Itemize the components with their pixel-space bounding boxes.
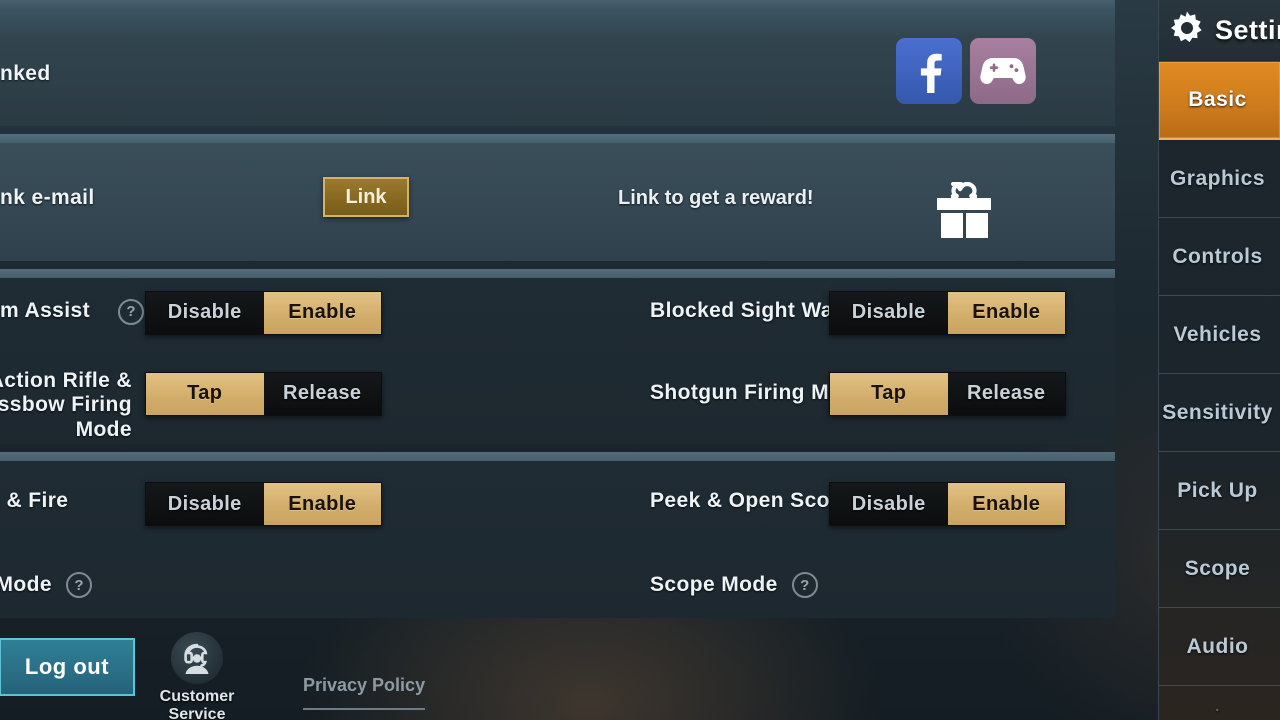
peek-fire-enable-option[interactable]: Enable bbox=[263, 483, 381, 526]
sidebar-item-vehicles[interactable]: Vehicles bbox=[1159, 296, 1280, 374]
peek-open-scope-label: Peek & Open Scope bbox=[650, 489, 856, 513]
aim-assist-toggle-wrap: Disable Enable bbox=[145, 290, 382, 335]
blocked-sight-disable-option[interactable]: Disable bbox=[830, 291, 948, 334]
scan-mode-row: an Mode ? bbox=[0, 572, 92, 599]
peek-fire-label: eek & Fire bbox=[6, 489, 69, 513]
sidebar-item-partial[interactable]: . bbox=[1159, 686, 1280, 720]
peek-fire-toggle[interactable]: Disable Enable bbox=[145, 482, 382, 527]
linked-label: nked bbox=[0, 62, 51, 85]
peek-open-scope-row: Peek & Open Scope bbox=[650, 489, 855, 514]
blocked-sight-enable-option[interactable]: Enable bbox=[947, 291, 1065, 334]
gear-icon bbox=[1169, 10, 1205, 51]
privacy-policy-link[interactable]: Privacy Policy bbox=[303, 675, 426, 710]
sidebar-item-basic[interactable]: Basic bbox=[1159, 62, 1280, 140]
aim-assist-label: m Assist bbox=[0, 299, 90, 323]
sidebar-item-label: Sensitivity bbox=[1162, 400, 1273, 424]
logout-button[interactable]: Log out bbox=[0, 638, 135, 696]
bolt-action-tap-option[interactable]: Tap bbox=[146, 372, 264, 415]
bolt-action-toggle-wrap: Tap Release bbox=[145, 371, 382, 416]
peek-open-scope-toggle[interactable]: Disable Enable bbox=[829, 482, 1066, 527]
aim-assist-toggle[interactable]: Disable Enable bbox=[145, 290, 382, 335]
customer-service-label: Customer Service bbox=[159, 688, 235, 720]
scope-mode-label: Scope Mode bbox=[650, 572, 778, 596]
blocked-sight-toggle[interactable]: Disable Enable bbox=[829, 290, 1066, 335]
shotgun-release-option[interactable]: Release bbox=[947, 372, 1065, 415]
sidebar-item-label: Scope bbox=[1184, 556, 1251, 580]
link-email-section: nk e-mail Link Link to get a reward! bbox=[0, 134, 1115, 261]
settings-group-1: m Assist ? Disable Enable lt-Action Rifl… bbox=[0, 268, 1115, 445]
sidebar-title: Settings bbox=[1215, 15, 1280, 45]
gift-icon bbox=[930, 182, 998, 242]
aim-assist-enable-option[interactable]: Enable bbox=[263, 291, 381, 334]
sidebar-item-audio[interactable]: Audio bbox=[1159, 608, 1280, 686]
shotgun-firing-toggle[interactable]: Tap Release bbox=[829, 371, 1066, 416]
sidebar-header: Settings bbox=[1159, 0, 1280, 62]
aim-assist-row: m Assist ? bbox=[0, 298, 144, 325]
scope-mode-help-icon[interactable]: ? bbox=[791, 572, 818, 599]
sidebar-item-label: Controls bbox=[1172, 244, 1263, 268]
sidebar-item-label: Audio bbox=[1186, 634, 1249, 658]
linked-accounts-section: nked bbox=[0, 0, 1115, 127]
bolt-action-label: lt-Action Rifle & rossbow Firing Mode bbox=[0, 368, 132, 442]
peek-fire-row: eek & Fire bbox=[0, 489, 68, 514]
customer-service-button[interactable]: Customer Service bbox=[143, 632, 251, 720]
bolt-action-release-option[interactable]: Release bbox=[263, 372, 381, 415]
reward-text-wrap: Link to get a reward! bbox=[618, 187, 814, 210]
blocked-sight-toggle-wrap: Disable Enable bbox=[829, 290, 1066, 335]
sidebar-item-sensitivity[interactable]: Sensitivity bbox=[1159, 374, 1280, 452]
facebook-icon[interactable] bbox=[896, 38, 962, 104]
sidebar-item-label: . bbox=[1215, 698, 1220, 714]
game-controller-icon[interactable] bbox=[970, 38, 1036, 104]
link-email-label: nk e-mail bbox=[0, 186, 95, 210]
bolt-action-toggle[interactable]: Tap Release bbox=[145, 371, 382, 416]
headset-support-icon bbox=[171, 632, 223, 684]
reward-text: Link to get a reward! bbox=[618, 187, 814, 210]
peek-open-scope-toggle-wrap: Disable Enable bbox=[829, 482, 1066, 527]
scan-mode-label: an Mode bbox=[0, 572, 52, 596]
shotgun-firing-toggle-wrap: Tap Release bbox=[829, 371, 1066, 416]
sidebar-item-scope[interactable]: Scope bbox=[1159, 530, 1280, 608]
settings-panel: nked nk e-mail Link Link to get a reward… bbox=[0, 0, 1115, 618]
linked-row: nked bbox=[0, 62, 51, 87]
sidebar-item-pickup[interactable]: Pick Up bbox=[1159, 452, 1280, 530]
settings-sidebar: Settings Basic Graphics Controls Vehicle… bbox=[1158, 0, 1280, 720]
scope-mode-row: Scope Mode ? bbox=[650, 572, 818, 599]
sidebar-item-label: Graphics bbox=[1169, 166, 1266, 190]
bolt-action-row: lt-Action Rifle & rossbow Firing Mode bbox=[0, 369, 132, 443]
footer-bar: Log out Customer Service Privacy Policy bbox=[0, 618, 1133, 720]
link-button[interactable]: Link bbox=[323, 177, 409, 218]
peek-fire-disable-option[interactable]: Disable bbox=[146, 483, 264, 526]
sidebar-item-graphics[interactable]: Graphics bbox=[1159, 140, 1280, 218]
aim-assist-help-icon[interactable]: ? bbox=[118, 298, 144, 325]
link-email-row: nk e-mail bbox=[0, 186, 95, 211]
link-button-wrap: Link bbox=[323, 177, 409, 218]
sidebar-item-controls[interactable]: Controls bbox=[1159, 218, 1280, 296]
sidebar-item-label: Pick Up bbox=[1177, 478, 1258, 502]
settings-group-2: eek & Fire Disable Enable an Mode ? Peek… bbox=[0, 452, 1115, 618]
peek-fire-toggle-wrap: Disable Enable bbox=[145, 482, 382, 527]
sidebar-item-label: Vehicles bbox=[1173, 322, 1262, 346]
settings-screen: nked nk e-mail Link Link to get a reward… bbox=[0, 0, 1280, 720]
aim-assist-disable-option[interactable]: Disable bbox=[146, 291, 264, 334]
shotgun-tap-option[interactable]: Tap bbox=[830, 372, 948, 415]
peek-scope-disable-option[interactable]: Disable bbox=[830, 483, 948, 526]
social-icons bbox=[896, 38, 1036, 104]
scan-mode-help-icon[interactable]: ? bbox=[65, 572, 92, 599]
sidebar-item-label: Basic bbox=[1188, 88, 1247, 111]
peek-scope-enable-option[interactable]: Enable bbox=[947, 483, 1065, 526]
